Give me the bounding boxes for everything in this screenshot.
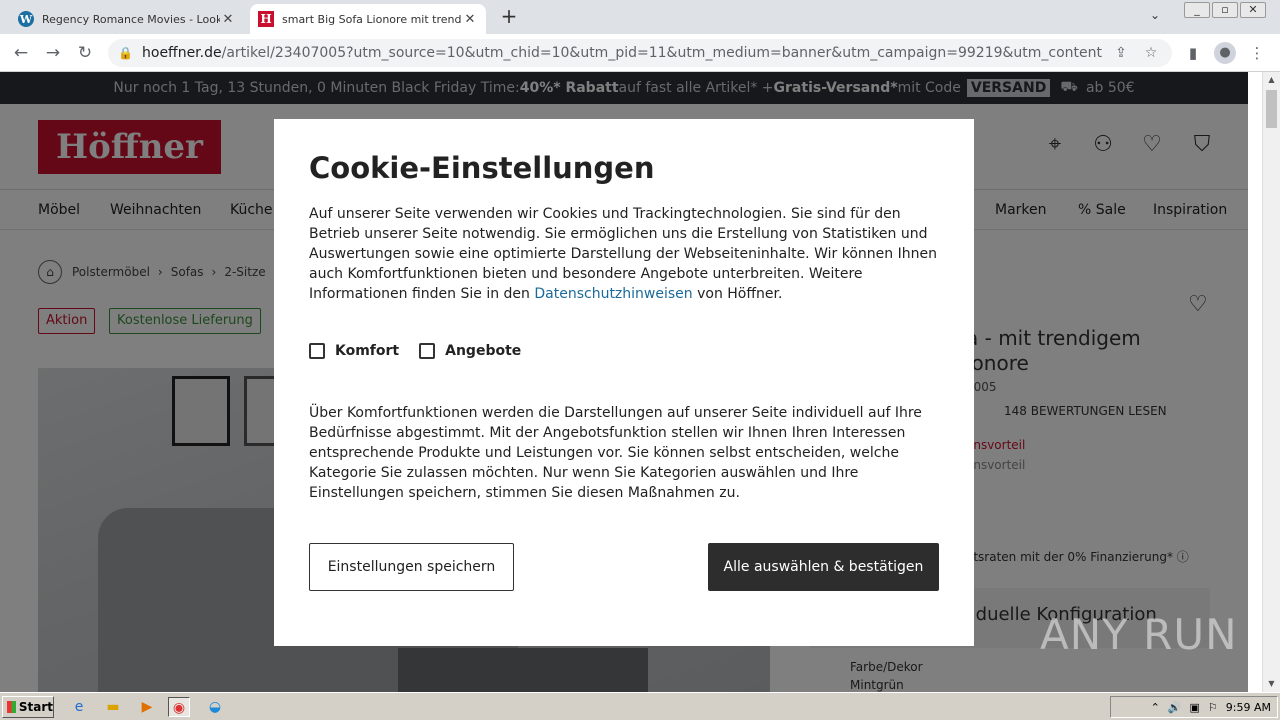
tray-expand-icon[interactable]: ⌃: [1151, 701, 1160, 714]
page-margin: [1248, 72, 1262, 692]
vertical-scrollbar[interactable]: ▲ ▼: [1262, 72, 1280, 692]
share-icon[interactable]: ⇪: [1110, 45, 1132, 61]
close-icon[interactable]: ✕: [220, 12, 236, 27]
window-controls: _ ▫ ✕: [1182, 2, 1266, 18]
back-arrow-icon[interactable]: ←: [10, 42, 32, 64]
hoeffner-favicon: H: [258, 11, 274, 27]
windows-taskbar: Start e ▬ ▶ ◉ ◒ ⌃ 🔊 ▣ ⚐ 9:59 AM: [0, 692, 1280, 720]
volume-icon[interactable]: 🔊: [1168, 701, 1182, 714]
accept-all-button[interactable]: Alle auswählen & bestätigen: [708, 543, 939, 591]
intro-text: Auf unserer Seite verwenden wir Cookies …: [309, 206, 937, 302]
komfort-option[interactable]: Komfort: [309, 343, 399, 359]
angebote-label: Angebote: [445, 343, 522, 359]
system-tray: ⌃ 🔊 ▣ ⚐ 9:59 AM: [1110, 696, 1278, 718]
close-icon[interactable]: ✕: [462, 12, 478, 27]
new-tab-button[interactable]: +: [498, 6, 520, 28]
save-settings-button[interactable]: Einstellungen speichern: [309, 543, 514, 591]
scrollbar-thumb[interactable]: [1266, 90, 1277, 128]
chrome-icon[interactable]: ◉: [168, 697, 190, 717]
categories-description: Über Komfortfunktionen werden die Darste…: [309, 405, 922, 501]
reload-icon[interactable]: ↻: [74, 42, 96, 64]
tab-search-chevron-icon[interactable]: ⌄: [1150, 8, 1160, 22]
cookie-categories: Komfort Angebote: [309, 343, 541, 359]
file-explorer-icon[interactable]: ▬: [102, 697, 124, 717]
forward-arrow-icon[interactable]: →: [42, 42, 64, 64]
maximize-button[interactable]: ▫: [1212, 2, 1238, 18]
flag-icon[interactable]: ⚐: [1208, 701, 1218, 714]
bookmark-star-icon[interactable]: ☆: [1140, 45, 1162, 61]
profile-avatar-icon[interactable]: ●: [1214, 42, 1236, 64]
lock-icon[interactable]: 🔒: [118, 46, 133, 60]
edge-icon[interactable]: ◒: [204, 697, 226, 717]
anyrun-watermark: ANY RUN: [1040, 610, 1238, 659]
cookie-settings-dialog: Cookie-Einstellungen Auf unserer Seite v…: [274, 119, 974, 646]
media-player-icon[interactable]: ▶: [136, 697, 158, 717]
tab-title: Regency Romance Movies - Lookmov: [42, 12, 220, 26]
minimize-button[interactable]: _: [1184, 2, 1210, 18]
komfort-checkbox[interactable]: [309, 343, 325, 359]
address-bar[interactable]: 🔒 hoeffner.de/artikel/23407005?utm_sourc…: [108, 39, 1172, 67]
menu-kebab-icon[interactable]: ⋮: [1246, 42, 1268, 64]
scroll-down-arrow-icon[interactable]: ▼: [1263, 676, 1280, 692]
angebote-option[interactable]: Angebote: [419, 343, 521, 359]
wordpress-icon: W: [18, 11, 34, 27]
browser-tab-strip: W Regency Romance Movies - Lookmov ✕ H s…: [0, 0, 1280, 34]
network-icon[interactable]: ▣: [1190, 701, 1200, 714]
dialog-title: Cookie-Einstellungen: [309, 151, 655, 185]
browser-tab-hoeffner[interactable]: H smart Big Sofa Lionore mit trendigem ✕: [250, 4, 486, 34]
komfort-label: Komfort: [335, 343, 400, 359]
angebote-checkbox[interactable]: [419, 343, 436, 359]
browser-tab-regency[interactable]: W Regency Romance Movies - Lookmov ✕: [10, 4, 244, 34]
browser-toolbar: ← → ↻ 🔒 hoeffner.de/artikel/23407005?utm…: [0, 34, 1280, 72]
close-window-button[interactable]: ✕: [1240, 2, 1266, 18]
start-button[interactable]: Start: [2, 696, 54, 718]
start-label: Start: [18, 700, 53, 714]
clock[interactable]: 9:59 AM: [1226, 701, 1271, 714]
url-text[interactable]: hoeffner.de/artikel/23407005?utm_source=…: [142, 45, 1102, 61]
privacy-link[interactable]: Datenschutzhinweisen: [534, 286, 692, 302]
tab-title: smart Big Sofa Lionore mit trendigem: [282, 12, 462, 26]
windows-logo-icon: [7, 701, 16, 713]
scroll-up-arrow-icon[interactable]: ▲: [1263, 72, 1280, 88]
side-panel-icon[interactable]: ▮: [1182, 42, 1204, 64]
internet-explorer-icon[interactable]: e: [68, 697, 90, 717]
